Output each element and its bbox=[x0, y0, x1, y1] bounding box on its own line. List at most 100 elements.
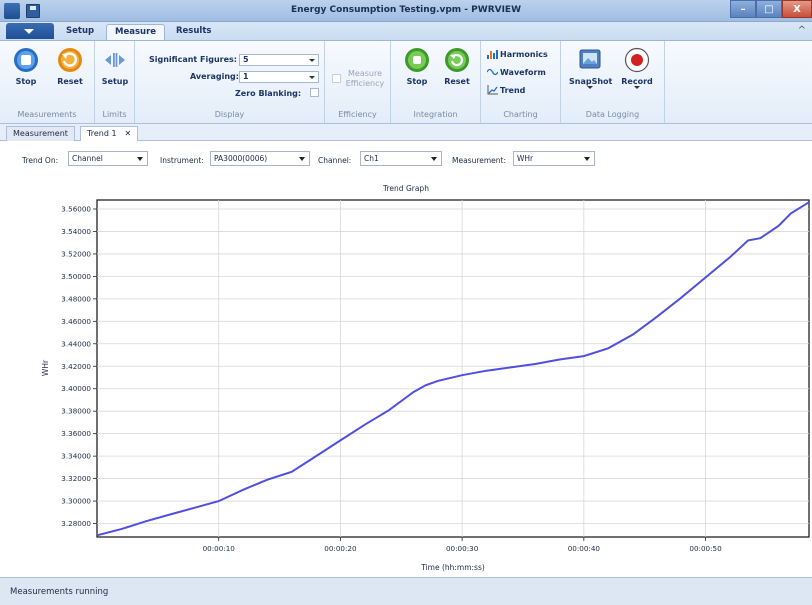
minimize-button[interactable]: – bbox=[730, 0, 756, 18]
y-tick-label: 3.54000 bbox=[61, 227, 91, 236]
trend-chart[interactable]: 3.28000 3.30000 3.32000 3.34000 3.36000 3.380… bbox=[0, 141, 812, 577]
measure-stop-button[interactable]: Stop bbox=[8, 47, 44, 86]
tab-trend-1-label: Trend 1 bbox=[87, 129, 117, 138]
trend-panel: Trend On: Channel Instrument: PA3000(000… bbox=[0, 141, 812, 577]
maximize-button[interactable]: □ bbox=[756, 0, 782, 18]
integration-reset-icon bbox=[445, 48, 469, 72]
snapshot-label: SnapShot bbox=[569, 77, 613, 86]
y-tick-label: 3.48000 bbox=[61, 294, 91, 303]
group-display-label: Display bbox=[214, 110, 245, 119]
chevron-down-icon bbox=[634, 86, 640, 89]
waveform-icon bbox=[487, 68, 498, 76]
x-tick-label: 00:00:20 bbox=[324, 544, 357, 553]
tab-setup[interactable]: Setup bbox=[58, 24, 102, 40]
status-bar: Measurements running bbox=[0, 577, 812, 605]
tab-results[interactable]: Results bbox=[168, 24, 219, 40]
x-tick-label: 00:00:10 bbox=[203, 544, 236, 553]
snapshot-icon bbox=[579, 49, 601, 69]
group-limits: Setup Limits bbox=[95, 41, 135, 123]
group-data-logging: SnapShot Record Data Logging bbox=[561, 41, 665, 123]
y-tick-label: 3.34000 bbox=[61, 452, 91, 461]
group-charting: Harmonics Waveform Trend Charting bbox=[481, 41, 561, 123]
integration-reset-label: Reset bbox=[444, 77, 470, 86]
x-tick-label: 00:00:50 bbox=[689, 544, 722, 553]
measure-reset-label: Reset bbox=[57, 77, 83, 86]
plot-area bbox=[96, 199, 810, 538]
y-tick-label: 3.40000 bbox=[61, 384, 91, 393]
integration-reset-button[interactable]: Reset bbox=[439, 47, 475, 86]
group-data-logging-label: Data Logging bbox=[585, 110, 640, 119]
close-tab-icon[interactable]: ✕ bbox=[125, 129, 132, 138]
integration-stop-label: Stop bbox=[406, 77, 428, 86]
trend-label: Trend bbox=[500, 86, 526, 95]
measure-reset-button[interactable]: Reset bbox=[52, 47, 88, 86]
stop-icon bbox=[14, 48, 38, 72]
group-efficiency-label: Efficiency bbox=[338, 110, 377, 119]
group-efficiency: Measure Efficiency Efficiency bbox=[325, 41, 391, 123]
snapshot-button[interactable]: SnapShot bbox=[569, 47, 613, 89]
sig-figs-select[interactable]: 5 bbox=[239, 54, 319, 66]
tab-trend-1[interactable]: Trend 1 ✕ bbox=[80, 126, 139, 141]
measure-efficiency-label: Measure Efficiency bbox=[345, 69, 385, 88]
window-title: Energy Consumption Testing.vpm - PWRVIEW bbox=[290, 5, 522, 15]
trend-icon bbox=[487, 85, 498, 95]
y-tick-label: 3.30000 bbox=[61, 497, 91, 506]
record-icon bbox=[624, 47, 650, 73]
y-tick-label: 3.50000 bbox=[61, 272, 91, 281]
limits-setup-button[interactable]: Setup bbox=[97, 47, 133, 86]
document-tabs: Measurement Trend 1 ✕ bbox=[0, 124, 812, 141]
harmonics-label: Harmonics bbox=[500, 50, 548, 59]
reset-icon bbox=[58, 48, 82, 72]
record-button[interactable]: Record bbox=[619, 47, 655, 89]
measure-efficiency-checkbox[interactable] bbox=[332, 74, 341, 83]
measure-stop-label: Stop bbox=[15, 77, 37, 86]
group-measurements-label: Measurements bbox=[17, 110, 77, 119]
harmonics-icon bbox=[487, 50, 498, 59]
zero-blanking-label: Zero Blanking: bbox=[235, 89, 302, 98]
file-menu-button[interactable] bbox=[6, 23, 54, 39]
y-tick-label: 3.32000 bbox=[61, 474, 91, 483]
tab-measure[interactable]: Measure bbox=[106, 24, 166, 40]
harmonics-button[interactable]: Harmonics bbox=[487, 49, 548, 59]
x-axis: 00:00:10 00:00:20 00:00:30 00:00:40 00:00:50 bbox=[203, 537, 722, 553]
ribbon-minimize-icon[interactable]: ^ bbox=[798, 25, 806, 36]
sig-figs-value: 5 bbox=[243, 55, 249, 64]
integration-stop-icon bbox=[405, 48, 429, 72]
y-axis-label: WHr bbox=[41, 359, 50, 376]
trend-button[interactable]: Trend bbox=[487, 85, 525, 95]
integration-stop-button[interactable]: Stop bbox=[399, 47, 435, 86]
app-window: Energy Consumption Testing.vpm - PWRVIEW… bbox=[0, 0, 812, 605]
x-tick-label: 00:00:30 bbox=[446, 544, 479, 553]
group-integration-label: Integration bbox=[413, 110, 458, 119]
y-tick-label: 3.28000 bbox=[61, 519, 91, 528]
averaging-select[interactable]: 1 bbox=[239, 71, 319, 83]
y-tick-label: 3.38000 bbox=[61, 407, 91, 416]
group-charting-label: Charting bbox=[503, 110, 538, 119]
x-tick-label: 00:00:40 bbox=[568, 544, 601, 553]
group-display: Significant Figures: 5 Averaging: 1 Zero… bbox=[135, 41, 325, 123]
title-bar: Energy Consumption Testing.vpm - PWRVIEW… bbox=[0, 0, 812, 22]
close-button[interactable]: X bbox=[782, 0, 812, 18]
limits-setup-label: Setup bbox=[101, 77, 129, 86]
y-tick-label: 3.44000 bbox=[61, 339, 91, 348]
group-measurements: Stop Reset Measurements bbox=[0, 41, 95, 123]
zero-blanking-checkbox[interactable] bbox=[310, 88, 319, 97]
averaging-value: 1 bbox=[243, 72, 249, 81]
x-axis-label: Time (hh:mm:ss) bbox=[420, 563, 485, 572]
group-limits-label: Limits bbox=[102, 110, 127, 119]
y-axis: 3.28000 3.30000 3.32000 3.34000 3.36000 3.380… bbox=[61, 204, 97, 528]
ribbon-tabs: Setup Measure Results ^ bbox=[0, 22, 812, 40]
window-controls: – □ X bbox=[730, 0, 812, 20]
chevron-down-icon bbox=[309, 59, 315, 62]
limits-icon bbox=[105, 53, 125, 67]
waveform-label: Waveform bbox=[500, 68, 546, 77]
waveform-button[interactable]: Waveform bbox=[487, 67, 546, 77]
y-tick-label: 3.46000 bbox=[61, 317, 91, 326]
status-text: Measurements running bbox=[10, 587, 109, 597]
tab-measurement[interactable]: Measurement bbox=[6, 126, 75, 141]
y-tick-label: 3.52000 bbox=[61, 249, 91, 258]
y-tick-label: 3.42000 bbox=[61, 362, 91, 371]
sig-figs-label: Significant Figures: bbox=[149, 55, 238, 64]
y-tick-label: 3.36000 bbox=[61, 429, 91, 438]
y-tick-label: 3.56000 bbox=[61, 204, 91, 213]
